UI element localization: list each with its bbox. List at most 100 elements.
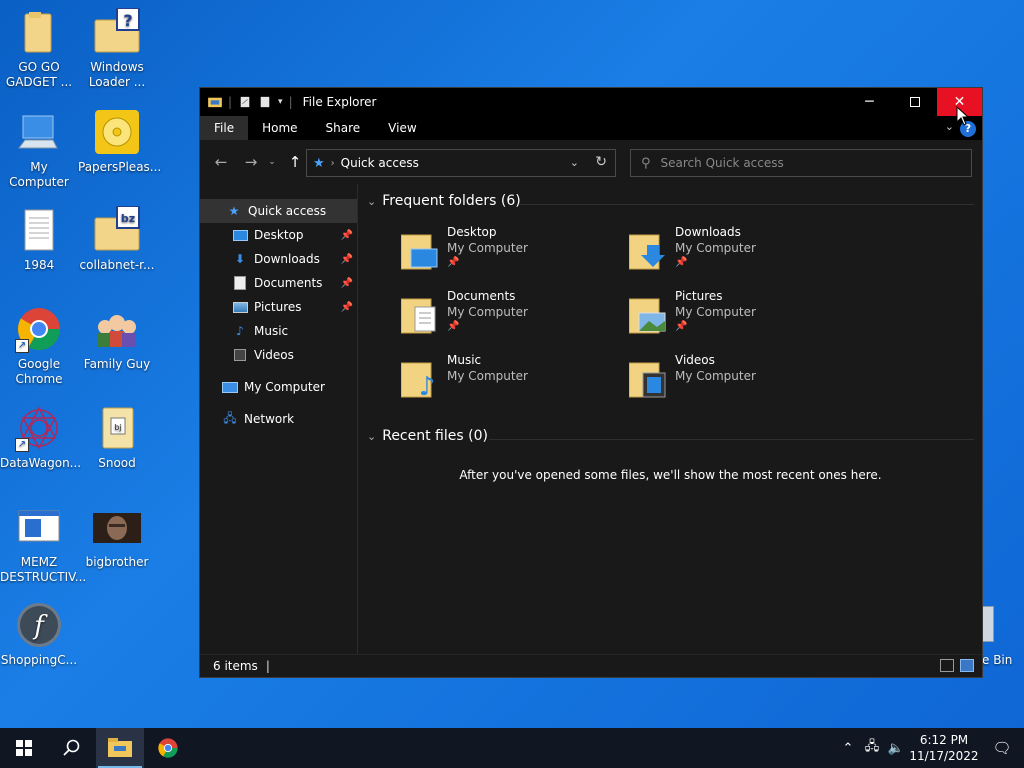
nav-item-desktop[interactable]: Desktop 📌 [200,223,357,247]
folder-location: My Computer [675,369,756,383]
folder-name: Videos [675,353,715,367]
toolbar-divider: | [288,95,293,109]
nav-item-downloads[interactable]: ⬇ Downloads 📌 [200,247,357,271]
recent-files-header[interactable]: ⌄ Recent files (0) [367,428,488,444]
tab-file[interactable]: File [200,116,249,140]
start-button[interactable] [0,728,48,768]
desktop-icon-familyguy[interactable]: Family Guy [78,305,156,372]
minimize-icon: ─ [865,94,874,110]
recent-locations-button[interactable]: ⌄ [264,157,280,167]
nav-item-label: Downloads [254,252,320,266]
download-icon: ⬇ [234,252,246,266]
quick-access-toolbar: | ▾ | [200,95,293,109]
search-box[interactable]: ⚲ [630,149,972,177]
tab-view[interactable]: View [374,116,430,140]
bigbrother-image-icon [93,503,141,551]
nav-item-label: Documents [254,276,323,290]
details-view-icon[interactable] [940,659,954,672]
desktop-icon-paperspleas[interactable]: PapersPleas... [78,108,161,175]
section-title: Frequent folders (6) [382,193,521,209]
desktop-icon-shopping[interactable]: f ShoppingC... [0,601,78,668]
action-center-icon[interactable]: 🗨 [980,739,1024,757]
forward-button[interactable]: → [238,153,264,171]
desktop-icon-mycomputer[interactable]: My Computer [0,108,78,190]
taskbar-chrome[interactable] [144,728,192,768]
nav-item-videos[interactable]: Videos [200,343,357,367]
frequent-folders-header[interactable]: ⌄ Frequent folders (6) [367,193,521,209]
desktop-icon-datawagon[interactable]: ↗ DataWagon... [0,404,81,471]
clock[interactable]: 6:12 PM 11/17/2022 [908,732,980,764]
breadcrumb-quick-access[interactable]: Quick access [341,156,419,170]
desktop-icon-memz[interactable]: MEMZ DESTRUCTIV... [0,503,86,585]
nav-item-pictures[interactable]: Pictures 📌 [200,295,357,319]
nav-item-music[interactable]: ♪ Music [200,319,357,343]
chrome-icon [158,738,178,758]
folder-tile-desktop[interactable]: Desktop My Computer 📌 [399,225,619,281]
taskbar-file-explorer[interactable] [96,728,144,768]
folder-tile-pictures[interactable]: Pictures My Computer 📌 [627,289,847,345]
customize-toolbar-icon[interactable]: ▾ [278,97,283,107]
folder-icon [15,8,63,56]
desktop-icon-bigbrother[interactable]: bigbrother [78,503,156,570]
up-button[interactable]: ↑ [282,153,308,171]
recycle-bin-icon [982,606,994,642]
folder-tile-documents[interactable]: Documents My Computer 📌 [399,289,619,345]
nav-item-network[interactable]: 🖧 Network [200,407,357,431]
pin-icon: 📌 [340,229,353,241]
address-dropdown-icon[interactable]: ⌄ [570,156,579,169]
collapse-chevron-icon: ⌄ [367,429,377,443]
title-bar[interactable]: | ▾ | File Explorer ─ ✕ [200,88,982,116]
address-bar[interactable]: ★ › Quick access ⌄ ↻ [306,149,616,177]
nav-item-label: Music [254,324,289,338]
maximize-icon [909,97,920,107]
file-explorer-window: | ▾ | File Explorer ─ ✕ File Home Share … [199,87,983,678]
volume-icon[interactable]: 🔈 [884,741,908,756]
item-count: 6 items [213,659,258,673]
desktop-icon-windows-loader[interactable]: ? Windows Loader ... [78,7,156,90]
maximize-button[interactable] [892,88,937,116]
documents-icon [232,276,248,290]
svg-text:bz: bz [121,212,135,225]
nav-item-quick-access[interactable]: ★ Quick access [200,199,357,223]
navigation-bar: ← → ⌄ ↑ ★ › Quick access ⌄ ↻ ⚲ [200,140,982,184]
recycle-bin[interactable]: e Bin [982,606,1024,670]
folder-name: Music [447,353,482,367]
folder-tile-downloads[interactable]: Downloads My Computer 📌 [627,225,847,281]
nav-item-documents[interactable]: Documents 📌 [200,271,357,295]
desktop-icon-gogogadget[interactable]: GO GO GADGET ... [0,8,78,90]
computer-icon [222,380,238,394]
folder-tile-music[interactable]: ♪ Music My Computer [399,353,619,409]
folder-tile-videos[interactable]: Videos My Computer [627,353,847,409]
desktop-icon-1984[interactable]: 1984 [0,206,78,273]
desktop-icon-label: bigbrother [85,555,149,569]
breadcrumb-chevron-icon: › [330,157,335,169]
explorer-icon[interactable] [208,96,222,108]
show-hidden-icons-chevron-icon[interactable]: ⌃ [836,741,860,756]
videos-icon [232,348,248,362]
desktop-icon-collabnet[interactable]: bz collabnet-r... [78,205,156,273]
back-button[interactable]: ← [208,153,234,171]
network-icon: 🖧 [223,410,237,425]
view-switcher [940,659,974,672]
desktop-icon-snood[interactable]: bj Snood [78,404,156,471]
new-folder-icon[interactable] [258,96,272,108]
folder-name: Documents [447,289,516,303]
network-icon[interactable]: 🖧 [860,737,884,759]
folder-location: My Computer [447,241,528,255]
tab-share[interactable]: Share [312,116,375,140]
search-button[interactable] [48,728,96,768]
desktop-icon-chrome[interactable]: ↗ Google Chrome [0,305,78,387]
large-icons-view-icon[interactable] [960,659,974,672]
refresh-icon[interactable]: ↻ [595,154,607,170]
nav-item-my-computer[interactable]: My Computer [200,375,357,399]
nav-item-label: Videos [254,348,294,362]
svg-text:bj: bj [114,423,121,432]
properties-icon[interactable] [238,96,252,108]
search-input[interactable] [660,156,941,170]
pin-icon: 📌 [340,253,353,265]
navigation-pane: ★ Quick access Desktop 📌 ⬇ Downloads 📌 D… [200,184,358,656]
minimize-button[interactable]: ─ [847,88,892,116]
expand-ribbon-chevron-icon[interactable]: ⌄ [945,120,954,133]
file-explorer-icon [108,738,132,757]
tab-home[interactable]: Home [248,116,311,140]
